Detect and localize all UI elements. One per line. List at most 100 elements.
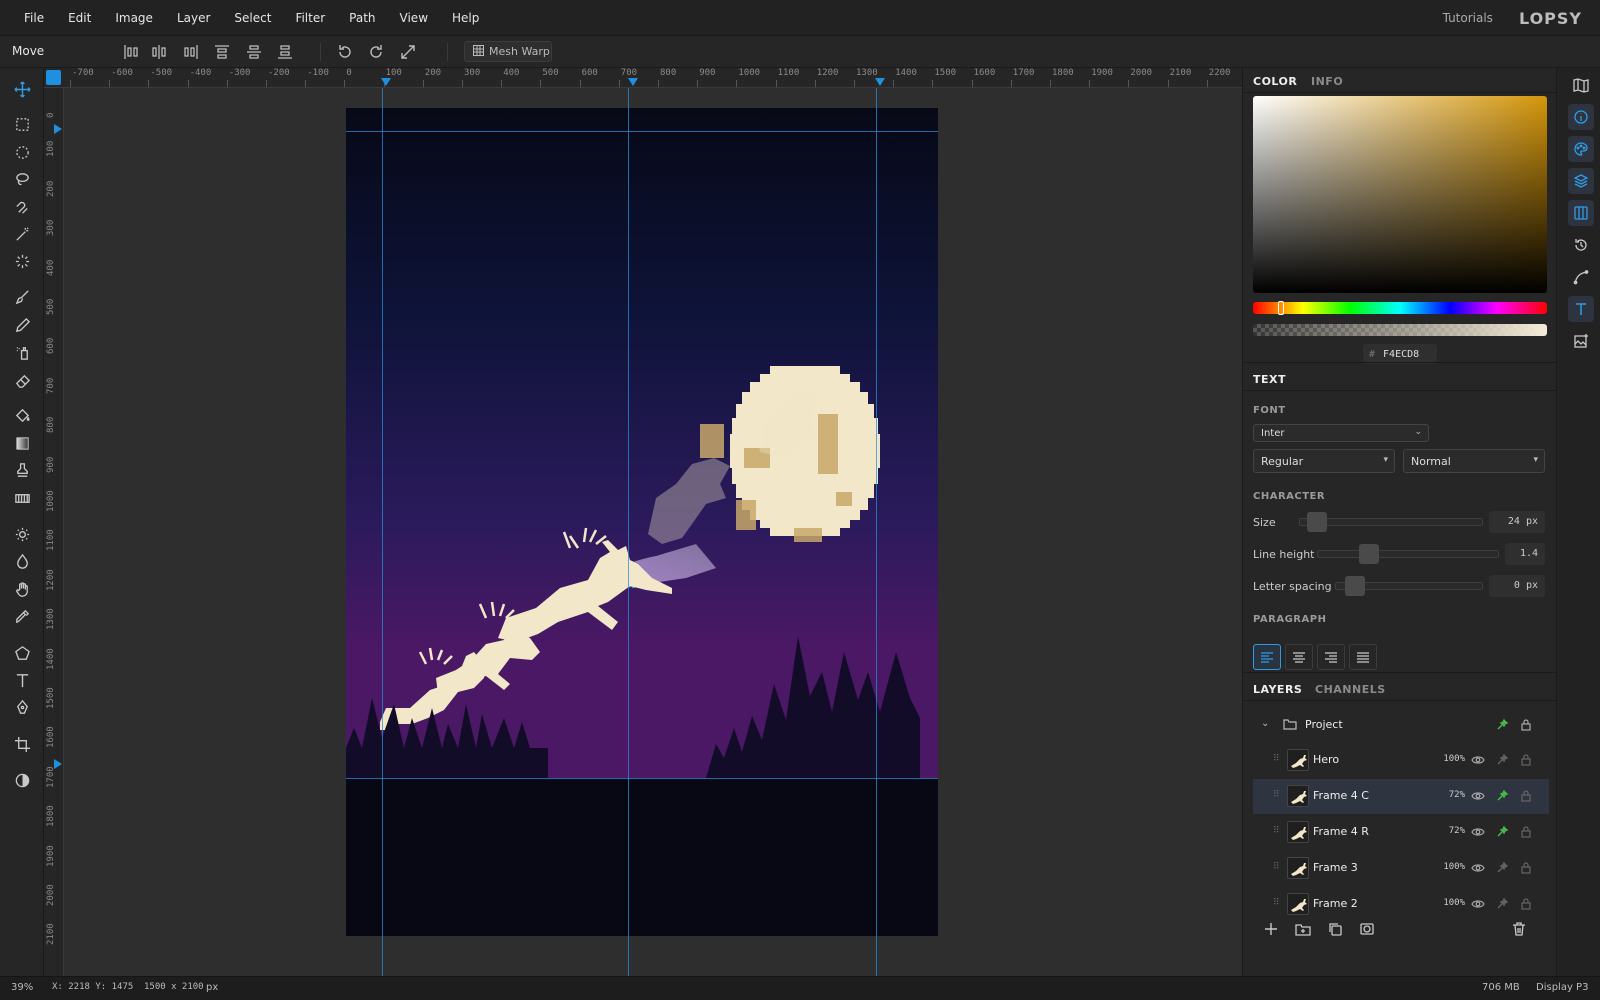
mesh-warp-button[interactable]: Mesh Warp — [464, 41, 552, 62]
mask-icon[interactable] — [1359, 921, 1379, 941]
gradient-icon[interactable] — [9, 430, 35, 456]
canvas-area[interactable] — [64, 88, 1242, 976]
guide-marker[interactable] — [54, 124, 62, 134]
quick-select-icon[interactable] — [9, 248, 35, 274]
text-icon[interactable] — [1568, 296, 1594, 322]
line-height-slider[interactable] — [1317, 550, 1499, 558]
layer-group-project[interactable]: ⌄ Project — [1253, 708, 1549, 743]
ruler-left[interactable]: 0 100 200 300 400 500 600 700 800 900 1000 1100 1200… — [44, 88, 64, 976]
lock-icon[interactable] — [1519, 718, 1533, 732]
layer-opacity[interactable]: 72% — [1423, 826, 1465, 836]
menu-help[interactable]: Help — [440, 11, 491, 25]
color-picker-field[interactable] — [1253, 96, 1547, 293]
drag-handle-icon[interactable]: ⠿ — [1273, 754, 1280, 764]
expand-icon[interactable] — [399, 43, 417, 61]
align-text-right-icon[interactable] — [1317, 644, 1345, 670]
ruler-corner[interactable] — [46, 70, 61, 85]
crop-icon[interactable] — [9, 731, 35, 757]
font-family-select[interactable]: Inter ⌄ — [1253, 424, 1429, 442]
duplicate-icon[interactable] — [1327, 921, 1347, 941]
eye-icon[interactable] — [1471, 861, 1485, 875]
eraser-icon[interactable] — [9, 367, 35, 393]
align-text-justify-icon[interactable] — [1349, 644, 1377, 670]
hex-input[interactable]: # F4ECD8 — [1363, 344, 1437, 364]
contrast-icon[interactable] — [9, 767, 35, 793]
hand-icon[interactable] — [9, 576, 35, 602]
align-top-icon[interactable] — [213, 43, 231, 61]
eye-icon[interactable] — [1471, 753, 1485, 767]
fx-icon[interactable] — [1495, 897, 1509, 911]
layer-row[interactable]: ⠿ Hero 100% — [1253, 743, 1549, 778]
layer-row[interactable]: ⠿ Frame 3 100% — [1253, 851, 1549, 886]
hue-slider-knob[interactable] — [1278, 301, 1284, 315]
eye-icon[interactable] — [1471, 789, 1485, 803]
menu-image[interactable]: Image — [103, 11, 165, 25]
menu-layer[interactable]: Layer — [165, 11, 222, 25]
blur-icon[interactable] — [9, 548, 35, 574]
text-tool-icon[interactable] — [9, 667, 35, 693]
trash-icon[interactable] — [1511, 921, 1531, 941]
fx-icon[interactable] — [1495, 861, 1509, 875]
menu-filter[interactable]: Filter — [283, 11, 337, 25]
drag-handle-icon[interactable]: ⠿ — [1273, 826, 1280, 836]
brush-icon[interactable] — [9, 284, 35, 310]
bucket-icon[interactable] — [9, 402, 35, 428]
tab-layers[interactable]: LAYERS — [1253, 683, 1302, 696]
eye-icon[interactable] — [1471, 897, 1485, 911]
layer-row[interactable]: ⠿ Frame 4 C 72% — [1253, 779, 1549, 814]
drag-handle-icon[interactable]: ⠿ — [1273, 898, 1280, 908]
align-bottom-icon[interactable] — [276, 43, 294, 61]
history-icon[interactable] — [1568, 232, 1594, 258]
channels-icon[interactable] — [1568, 200, 1594, 226]
fx-icon[interactable] — [1495, 718, 1509, 732]
menu-edit[interactable]: Edit — [56, 11, 103, 25]
align-hcenter-icon[interactable] — [150, 43, 168, 61]
spray-icon[interactable] — [9, 339, 35, 365]
image-add-icon[interactable] — [1568, 328, 1594, 354]
font-weight-select[interactable]: Regular ▾ — [1253, 449, 1395, 473]
hue-slider[interactable] — [1253, 302, 1547, 314]
guide-horizontal-2[interactable] — [346, 778, 938, 779]
font-style-select[interactable]: Normal ▾ — [1403, 449, 1545, 473]
drag-handle-icon[interactable]: ⠿ — [1273, 790, 1280, 800]
dodge-icon[interactable] — [9, 521, 35, 547]
guide-marker[interactable] — [381, 78, 391, 86]
lock-icon[interactable] — [1519, 753, 1533, 767]
layer-opacity[interactable]: 72% — [1423, 790, 1465, 800]
layer-opacity[interactable]: 100% — [1423, 754, 1465, 764]
fx-icon[interactable] — [1495, 789, 1509, 803]
add-layer-icon[interactable] — [1263, 921, 1283, 941]
guide-marker[interactable] — [54, 759, 62, 769]
path-icon[interactable] — [1568, 264, 1594, 290]
layer-opacity[interactable]: 100% — [1423, 862, 1465, 872]
guide-vertical-2[interactable] — [628, 88, 629, 976]
alpha-slider[interactable] — [1253, 324, 1547, 336]
size-slider-knob[interactable] — [1307, 512, 1327, 532]
line-height-slider-knob[interactable] — [1359, 544, 1379, 564]
align-vcenter-icon[interactable] — [245, 43, 263, 61]
drag-handle-icon[interactable]: ⠿ — [1273, 862, 1280, 872]
rect-select-icon[interactable] — [9, 111, 35, 137]
color-profile[interactable]: Display P3 — [1536, 982, 1588, 993]
menu-view[interactable]: View — [388, 11, 440, 25]
menu-file[interactable]: File — [12, 11, 56, 25]
tab-info[interactable]: INFO — [1311, 75, 1343, 88]
artboard[interactable] — [346, 108, 938, 936]
ellipse-select-icon[interactable] — [9, 139, 35, 165]
lock-icon[interactable] — [1519, 861, 1533, 875]
align-text-center-icon[interactable] — [1285, 644, 1313, 670]
rotate-left-icon[interactable] — [336, 43, 354, 61]
fx-icon[interactable] — [1495, 753, 1509, 767]
align-left-icon[interactable] — [122, 43, 140, 61]
stamp-icon[interactable] — [9, 457, 35, 483]
layers-icon[interactable] — [1568, 168, 1594, 194]
menu-select[interactable]: Select — [222, 11, 283, 25]
layer-opacity[interactable]: 100% — [1423, 898, 1465, 908]
guide-horizontal-1[interactable] — [346, 131, 938, 132]
letter-spacing-slider-knob[interactable] — [1345, 576, 1365, 596]
magnetic-lasso-icon[interactable] — [9, 194, 35, 220]
tab-channels[interactable]: CHANNELS — [1315, 683, 1386, 696]
ruler-top[interactable]: -700 -600 -500 -400 -300 -200 -100 0 100 200 300 40… — [44, 68, 1242, 88]
tutorials-link[interactable]: Tutorials — [1443, 11, 1493, 25]
palette-icon[interactable] — [1568, 136, 1594, 162]
